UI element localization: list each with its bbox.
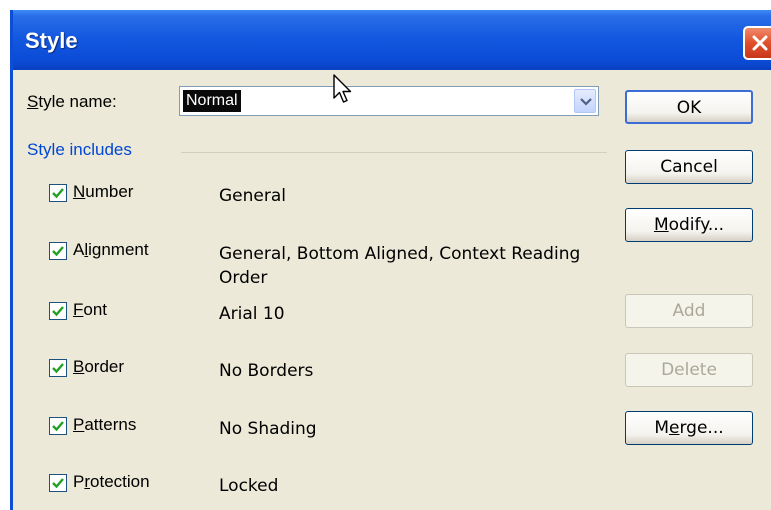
- window-title: Style: [25, 28, 78, 53]
- modify-button[interactable]: Modify...: [625, 208, 753, 242]
- border-row: Border No Borders: [13, 355, 613, 385]
- font-value: Arial 10: [219, 304, 285, 324]
- protection-row: Protection Locked: [13, 470, 613, 500]
- number-label: Number: [73, 182, 134, 201]
- font-checkbox[interactable]: [49, 302, 67, 320]
- number-value: General: [219, 186, 286, 206]
- delete-button[interactable]: Delete: [625, 353, 753, 387]
- mouse-pointer-icon: [333, 74, 352, 103]
- patterns-label: Patterns: [73, 415, 137, 434]
- patterns-value: No Shading: [219, 419, 317, 439]
- check-icon: [52, 478, 64, 489]
- border-checkbox[interactable]: [49, 359, 67, 377]
- add-button[interactable]: Add: [625, 294, 753, 328]
- alignment-value: General, Bottom Aligned, Context Reading…: [219, 244, 581, 288]
- check-icon: [52, 421, 64, 432]
- font-row: Font Arial 10: [13, 298, 613, 328]
- group-divider: [181, 152, 607, 153]
- border-value: No Borders: [219, 361, 314, 381]
- style-name-value[interactable]: Normal: [183, 90, 241, 112]
- style-name-label: Style name:: [27, 92, 117, 111]
- style-name-combobox[interactable]: Normal: [179, 86, 599, 116]
- patterns-checkbox[interactable]: [49, 417, 67, 435]
- title-bar[interactable]: Style: [13, 10, 771, 70]
- protection-label: Protection: [73, 472, 150, 491]
- ok-button[interactable]: OK: [625, 90, 753, 124]
- protection-value: Locked: [219, 476, 279, 496]
- alignment-row: Alignment General, Bottom Aligned, Conte…: [13, 238, 613, 288]
- merge-button[interactable]: Merge...: [625, 411, 753, 445]
- check-icon: [52, 188, 64, 199]
- patterns-row: Patterns No Shading: [13, 413, 613, 443]
- check-icon: [52, 306, 64, 317]
- number-checkbox[interactable]: [49, 184, 67, 202]
- number-row: Number General: [13, 180, 613, 210]
- check-icon: [52, 363, 64, 374]
- check-icon: [52, 246, 64, 257]
- alignment-label: Alignment: [73, 240, 149, 259]
- cancel-button[interactable]: Cancel: [625, 150, 753, 184]
- border-label: Border: [73, 357, 125, 376]
- close-icon: [752, 35, 768, 51]
- chevron-down-icon: [580, 98, 592, 106]
- style-dialog: Style Style name: Normal Style includes …: [10, 10, 771, 510]
- protection-checkbox[interactable]: [49, 474, 67, 492]
- style-includes-group-label: Style includes: [27, 140, 132, 159]
- alignment-checkbox[interactable]: [49, 242, 67, 260]
- font-label: Font: [73, 300, 108, 319]
- close-button[interactable]: [743, 26, 771, 60]
- style-name-dropdown-button[interactable]: [574, 89, 596, 113]
